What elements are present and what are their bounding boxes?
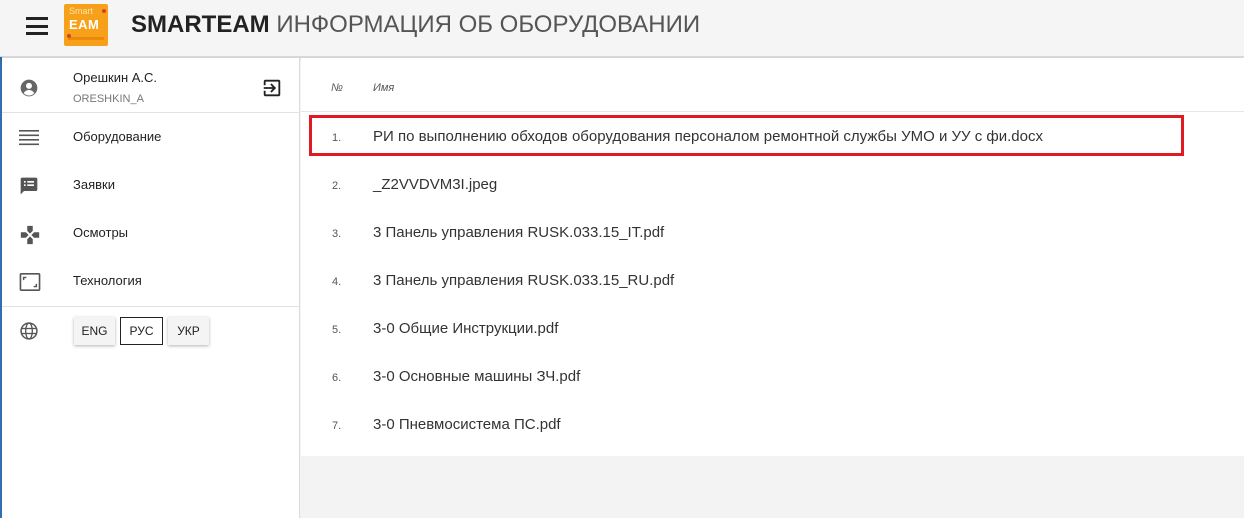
gamepad-icon xyxy=(19,224,41,251)
language-button-ukr[interactable]: УКР xyxy=(168,317,209,345)
table-row[interactable]: 4. 3 Панель управления RUSK.033.15_RU.pd… xyxy=(301,256,1244,304)
sidebar-item-technology[interactable]: Технология xyxy=(2,257,299,305)
logo-dot xyxy=(67,34,71,38)
row-number: 1. xyxy=(332,132,342,144)
globe-icon xyxy=(19,321,39,346)
row-number: 2. xyxy=(332,180,342,192)
language-button-eng[interactable]: ENG xyxy=(74,317,115,345)
aspect-ratio-icon xyxy=(19,272,41,297)
language-switcher: ENG РУС УКР xyxy=(2,306,299,356)
sidebar-item-label: Заявки xyxy=(73,177,115,192)
file-name[interactable]: 3 Панель управления RUSK.033.15_IT.pdf xyxy=(373,224,664,241)
table-row[interactable]: 5. 3-0 Общие Инструкции.pdf xyxy=(301,304,1244,352)
brand-name: SMARTEAM xyxy=(131,11,270,38)
logo-stripe xyxy=(68,37,104,40)
sidebar-item-requests[interactable]: Заявки xyxy=(2,161,299,209)
file-name[interactable]: 3-0 Общие Инструкции.pdf xyxy=(373,320,558,337)
sidebar-item-inspections[interactable]: Осмотры xyxy=(2,209,299,257)
row-number: 7. xyxy=(332,420,342,432)
table-row[interactable]: 1. РИ по выполнению обходов оборудования… xyxy=(301,112,1244,160)
user-name: Орешкин А.С. xyxy=(73,70,158,85)
sidebar: Орешкин А.С. ORESHKIN_A Оборудование Зая… xyxy=(2,58,300,518)
hamburger-menu-icon[interactable] xyxy=(26,17,48,35)
logo-text-top: Smart xyxy=(69,6,94,16)
app-header: Smart EAM SMARTEAM ИНФОРМАЦИЯ ОБ ОБОРУДО… xyxy=(0,0,1244,57)
page-title: SMARTEAM ИНФОРМАЦИЯ ОБ ОБОРУДОВАНИИ xyxy=(131,11,700,39)
list-icon xyxy=(19,128,39,151)
sidebar-item-label: Технология xyxy=(73,273,142,288)
table-row[interactable]: 6. 3-0 Основные машины ЗЧ.pdf xyxy=(301,352,1244,400)
row-number: 4. xyxy=(332,276,342,288)
user-panel: Орешкин А.С. ORESHKIN_A xyxy=(2,58,299,113)
sidebar-item-equipment[interactable]: Оборудование xyxy=(2,113,299,161)
file-name[interactable]: 3-0 Основные машины ЗЧ.pdf xyxy=(373,368,580,385)
table-header: № Имя xyxy=(301,58,1244,112)
account-circle-icon xyxy=(19,78,39,103)
logo-text-main: EAM xyxy=(69,17,100,32)
file-name[interactable]: 3 Панель управления RUSK.033.15_RU.pdf xyxy=(373,272,674,289)
page-title-text: ИНФОРМАЦИЯ ОБ ОБОРУДОВАНИИ xyxy=(269,11,701,38)
logout-icon[interactable] xyxy=(261,77,283,104)
file-name[interactable]: 3-0 Пневмосистема ПС.pdf xyxy=(373,416,561,433)
file-name[interactable]: РИ по выполнению обходов оборудования пе… xyxy=(373,128,1043,145)
language-button-rus[interactable]: РУС xyxy=(120,317,163,345)
column-header-name: Имя xyxy=(373,82,395,94)
row-number: 6. xyxy=(332,372,342,384)
row-number: 5. xyxy=(332,324,342,336)
table-row[interactable]: 2. _Z2VVDVM3I.jpeg xyxy=(301,160,1244,208)
file-list-panel: № Имя 1. РИ по выполнению обходов оборуд… xyxy=(301,58,1244,456)
column-header-number: № xyxy=(331,82,343,94)
table-row[interactable]: 7. 3-0 Пневмосистема ПС.pdf xyxy=(301,400,1244,448)
smarteam-logo: Smart EAM xyxy=(64,4,108,46)
table-row[interactable]: 3. 3 Панель управления RUSK.033.15_IT.pd… xyxy=(301,208,1244,256)
sidebar-item-label: Осмотры xyxy=(73,225,129,240)
logo-dot xyxy=(102,9,106,13)
comment-list-icon xyxy=(19,176,39,201)
sidebar-item-label: Оборудование xyxy=(73,129,162,144)
row-number: 3. xyxy=(332,228,342,240)
user-login: ORESHKIN_A xyxy=(73,93,144,105)
file-name[interactable]: _Z2VVDVM3I.jpeg xyxy=(373,176,497,193)
